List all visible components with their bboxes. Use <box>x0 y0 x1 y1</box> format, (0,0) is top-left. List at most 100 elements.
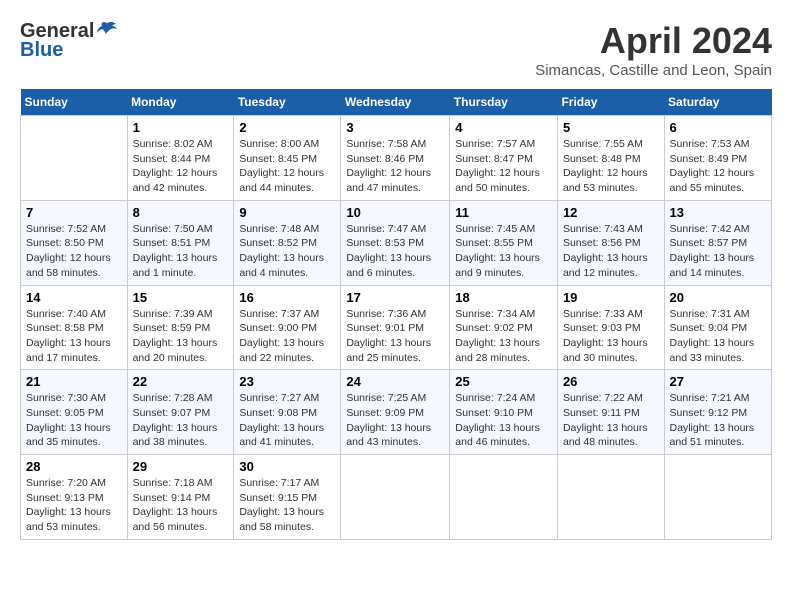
cell-info: Sunrise: 7:48 AMSunset: 8:52 PMDaylight:… <box>239 222 335 281</box>
cell-info: Sunrise: 7:47 AMSunset: 8:53 PMDaylight:… <box>346 222 444 281</box>
location-text: Simancas, Castille and Leon, Spain <box>535 62 772 79</box>
cell-info: Sunrise: 8:02 AMSunset: 8:44 PMDaylight:… <box>133 137 229 196</box>
day-number: 5 <box>563 120 659 135</box>
month-title: April 2024 <box>535 20 772 62</box>
day-number: 27 <box>670 374 766 389</box>
day-number: 11 <box>455 205 552 220</box>
calendar-cell: 15 Sunrise: 7:39 AMSunset: 8:59 PMDayligh… <box>127 285 234 370</box>
day-number: 22 <box>133 374 229 389</box>
calendar-cell <box>664 455 771 540</box>
day-number: 23 <box>239 374 335 389</box>
cell-info: Sunrise: 7:53 AMSunset: 8:49 PMDaylight:… <box>670 137 766 196</box>
day-number: 10 <box>346 205 444 220</box>
calendar-cell: 21Sunrise: 7:30 AMSunset: 9:05 PMDayligh… <box>21 370 128 455</box>
calendar-cell: 12 Sunrise: 7:43 AMSunset: 8:56 PMDayligh… <box>557 200 664 285</box>
calendar-cell <box>557 455 664 540</box>
day-number: 24 <box>346 374 444 389</box>
cell-info: Sunrise: 7:52 AMSunset: 8:50 PMDaylight:… <box>26 222 122 281</box>
cell-info: Sunrise: 7:25 AMSunset: 9:09 PMDaylight:… <box>346 391 444 450</box>
calendar-cell: 11 Sunrise: 7:45 AMSunset: 8:55 PMDayligh… <box>450 200 558 285</box>
calendar-cell: 3 Sunrise: 7:58 AMSunset: 8:46 PMDaylight… <box>341 116 450 201</box>
cell-info: Sunrise: 7:55 AMSunset: 8:48 PMDaylight:… <box>563 137 659 196</box>
cell-info: Sunrise: 7:57 AMSunset: 8:47 PMDaylight:… <box>455 137 552 196</box>
calendar-cell: 13 Sunrise: 7:42 AMSunset: 8:57 PMDayligh… <box>664 200 771 285</box>
weekday-header-monday: Monday <box>127 89 234 116</box>
cell-info: Sunrise: 7:20 AMSunset: 9:13 PMDaylight:… <box>26 476 122 535</box>
day-number: 2 <box>239 120 335 135</box>
calendar-cell <box>21 116 128 201</box>
day-number: 28 <box>26 459 122 474</box>
cell-info: Sunrise: 7:33 AMSunset: 9:03 PMDaylight:… <box>563 307 659 366</box>
day-number: 20 <box>670 290 766 305</box>
calendar-cell: 26Sunrise: 7:22 AMSunset: 9:11 PMDayligh… <box>557 370 664 455</box>
day-number: 17 <box>346 290 444 305</box>
calendar-cell: 6 Sunrise: 7:53 AMSunset: 8:49 PMDaylight… <box>664 116 771 201</box>
calendar-cell: 25 Sunrise: 7:24 AMSunset: 9:10 PMDayligh… <box>450 370 558 455</box>
day-number: 13 <box>670 205 766 220</box>
logo: General Blue <box>20 20 118 62</box>
day-number: 25 <box>455 374 552 389</box>
cell-info: Sunrise: 7:37 AMSunset: 9:00 PMDaylight:… <box>239 307 335 366</box>
calendar-cell: 22 Sunrise: 7:28 AMSunset: 9:07 PMDayligh… <box>127 370 234 455</box>
cell-info: Sunrise: 7:27 AMSunset: 9:08 PMDaylight:… <box>239 391 335 450</box>
day-number: 29 <box>133 459 229 474</box>
cell-info: Sunrise: 7:39 AMSunset: 8:59 PMDaylight:… <box>133 307 229 366</box>
weekday-header-thursday: Thursday <box>450 89 558 116</box>
weekday-header-sunday: Sunday <box>21 89 128 116</box>
calendar-cell: 8Sunrise: 7:50 AMSunset: 8:51 PMDaylight… <box>127 200 234 285</box>
day-number: 1 <box>133 120 229 135</box>
calendar-cell: 17 Sunrise: 7:36 AMSunset: 9:01 PMDayligh… <box>341 285 450 370</box>
calendar-cell: 2 Sunrise: 8:00 AMSunset: 8:45 PMDaylight… <box>234 116 341 201</box>
calendar-cell: 9 Sunrise: 7:48 AMSunset: 8:52 PMDaylight… <box>234 200 341 285</box>
day-number: 16 <box>239 290 335 305</box>
calendar-cell <box>341 455 450 540</box>
calendar-cell: 16 Sunrise: 7:37 AMSunset: 9:00 PMDayligh… <box>234 285 341 370</box>
cell-info: Sunrise: 7:24 AMSunset: 9:10 PMDaylight:… <box>455 391 552 450</box>
calendar-table: SundayMondayTuesdayWednesdayThursdayFrid… <box>20 89 772 540</box>
cell-info: Sunrise: 7:34 AMSunset: 9:02 PMDaylight:… <box>455 307 552 366</box>
page-header: General Blue April 2024 Simancas, Castil… <box>20 20 772 79</box>
cell-info: Sunrise: 7:22 AMSunset: 9:11 PMDaylight:… <box>563 391 659 450</box>
calendar-cell: 28 Sunrise: 7:20 AMSunset: 9:13 PMDayligh… <box>21 455 128 540</box>
day-number: 21 <box>26 374 122 389</box>
calendar-cell: 29 Sunrise: 7:18 AMSunset: 9:14 PMDayligh… <box>127 455 234 540</box>
cell-info: Sunrise: 7:21 AMSunset: 9:12 PMDaylight:… <box>670 391 766 450</box>
cell-info: Sunrise: 7:36 AMSunset: 9:01 PMDaylight:… <box>346 307 444 366</box>
cell-info: Sunrise: 7:28 AMSunset: 9:07 PMDaylight:… <box>133 391 229 450</box>
cell-info: Sunrise: 7:17 AMSunset: 9:15 PMDaylight:… <box>239 476 335 535</box>
calendar-cell: 30 Sunrise: 7:17 AMSunset: 9:15 PMDayligh… <box>234 455 341 540</box>
calendar-cell: 14 Sunrise: 7:40 AMSunset: 8:58 PMDayligh… <box>21 285 128 370</box>
cell-info: Sunrise: 7:45 AMSunset: 8:55 PMDaylight:… <box>455 222 552 281</box>
day-number: 9 <box>239 205 335 220</box>
calendar-cell <box>450 455 558 540</box>
cell-info: Sunrise: 7:58 AMSunset: 8:46 PMDaylight:… <box>346 137 444 196</box>
day-number: 6 <box>670 120 766 135</box>
title-area: April 2024 Simancas, Castille and Leon, … <box>535 20 772 79</box>
day-number: 3 <box>346 120 444 135</box>
calendar-cell: 4 Sunrise: 7:57 AMSunset: 8:47 PMDaylight… <box>450 116 558 201</box>
cell-info: Sunrise: 7:50 AMSunset: 8:51 PMDaylight:… <box>133 222 229 281</box>
day-number: 14 <box>26 290 122 305</box>
day-number: 15 <box>133 290 229 305</box>
cell-info: Sunrise: 7:43 AMSunset: 8:56 PMDaylight:… <box>563 222 659 281</box>
weekday-header-friday: Friday <box>557 89 664 116</box>
logo-bird-icon <box>96 21 118 39</box>
weekday-header-wednesday: Wednesday <box>341 89 450 116</box>
day-number: 30 <box>239 459 335 474</box>
day-number: 4 <box>455 120 552 135</box>
day-number: 12 <box>563 205 659 220</box>
cell-info: Sunrise: 7:18 AMSunset: 9:14 PMDaylight:… <box>133 476 229 535</box>
calendar-cell: 23 Sunrise: 7:27 AMSunset: 9:08 PMDayligh… <box>234 370 341 455</box>
cell-info: Sunrise: 8:00 AMSunset: 8:45 PMDaylight:… <box>239 137 335 196</box>
weekday-header-saturday: Saturday <box>664 89 771 116</box>
cell-info: Sunrise: 7:40 AMSunset: 8:58 PMDaylight:… <box>26 307 122 366</box>
weekday-header-tuesday: Tuesday <box>234 89 341 116</box>
calendar-cell: 19Sunrise: 7:33 AMSunset: 9:03 PMDayligh… <box>557 285 664 370</box>
calendar-cell: 27 Sunrise: 7:21 AMSunset: 9:12 PMDayligh… <box>664 370 771 455</box>
calendar-cell: 20 Sunrise: 7:31 AMSunset: 9:04 PMDayligh… <box>664 285 771 370</box>
cell-info: Sunrise: 7:31 AMSunset: 9:04 PMDaylight:… <box>670 307 766 366</box>
calendar-cell: 24 Sunrise: 7:25 AMSunset: 9:09 PMDayligh… <box>341 370 450 455</box>
calendar-cell: 10 Sunrise: 7:47 AMSunset: 8:53 PMDayligh… <box>341 200 450 285</box>
calendar-cell: 18Sunrise: 7:34 AMSunset: 9:02 PMDayligh… <box>450 285 558 370</box>
cell-info: Sunrise: 7:42 AMSunset: 8:57 PMDaylight:… <box>670 222 766 281</box>
